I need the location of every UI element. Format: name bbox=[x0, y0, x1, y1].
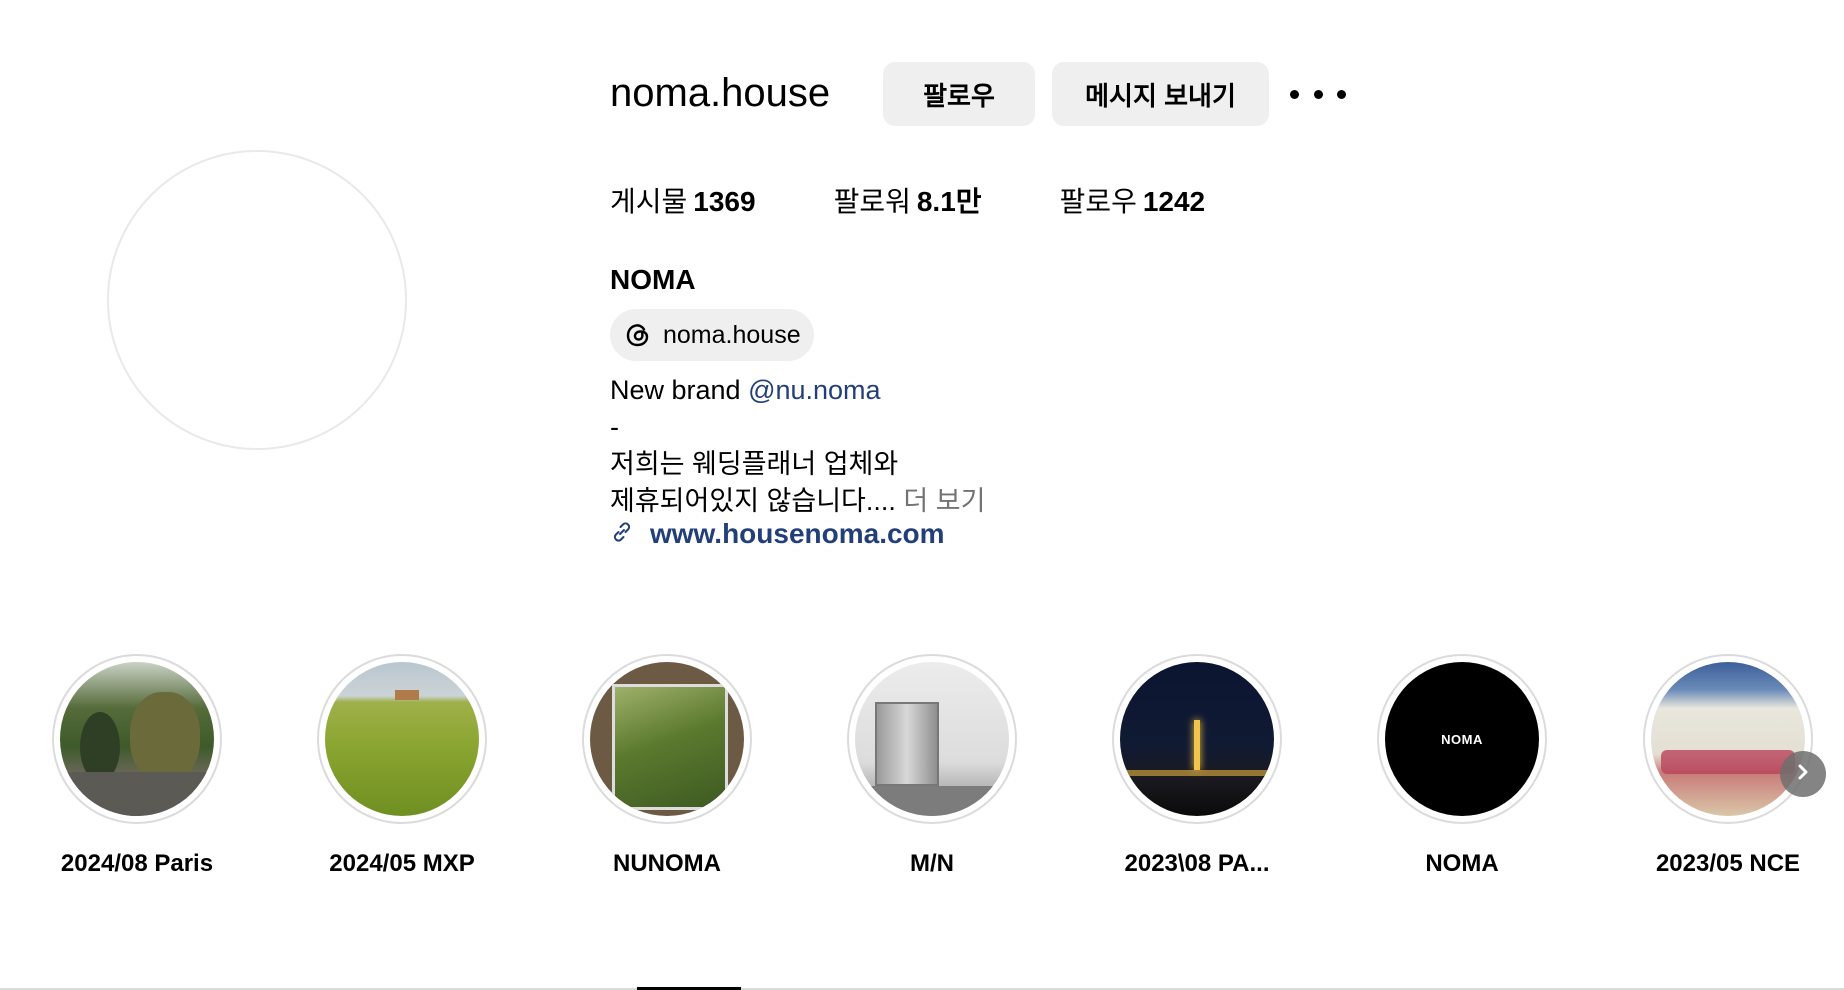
link-icon bbox=[610, 520, 634, 549]
message-button[interactable]: 메시지 보내기 bbox=[1052, 62, 1269, 126]
highlight-image-text: NOMA bbox=[1441, 731, 1483, 747]
highlight-item[interactable]: NUNOMA bbox=[582, 654, 752, 877]
bio-line: - bbox=[610, 412, 619, 442]
bio-line: 저희는 웨딩플래너 업체와 bbox=[610, 449, 899, 479]
follow-button[interactable]: 팔로우 bbox=[883, 62, 1035, 126]
profile-display-name: NOMA bbox=[610, 264, 696, 295]
highlight-label: 2023/05 NCE bbox=[1655, 850, 1801, 877]
bio-more-button[interactable]: 더 보기 bbox=[896, 486, 985, 516]
stat-value: 1369 bbox=[693, 186, 756, 217]
profile-username: noma.house bbox=[610, 71, 831, 115]
more-dot bbox=[1313, 89, 1323, 99]
highlight-item[interactable]: 2024/08 Paris bbox=[52, 654, 222, 877]
highlight-thumbnail bbox=[325, 662, 479, 816]
highlight-label: 2023\08 PA... bbox=[1124, 850, 1270, 877]
highlight-label: NOMA bbox=[1425, 850, 1499, 877]
highlight-ring bbox=[1643, 654, 1813, 824]
website-url: www.housenoma.com bbox=[650, 518, 945, 549]
highlight-thumbnail bbox=[855, 662, 1009, 816]
highlight-item[interactable]: 2024/05 MXP bbox=[317, 654, 487, 877]
stat-label: 팔로워 bbox=[833, 186, 911, 217]
stat-posts: 게시물 1369 bbox=[610, 184, 756, 220]
highlight-thumbnail: NOMA bbox=[1385, 662, 1539, 816]
threads-handle: noma.house bbox=[663, 320, 801, 349]
bio-text: New brand bbox=[610, 375, 749, 405]
stat-label: 게시물 bbox=[610, 186, 688, 217]
stat-value: 8.1만 bbox=[916, 186, 982, 217]
highlight-label: 2024/08 Paris bbox=[60, 850, 214, 877]
more-dot bbox=[1290, 89, 1299, 99]
highlight-thumbnail bbox=[1651, 662, 1805, 816]
stat-label: 팔로우 bbox=[1059, 186, 1137, 217]
bio-mention-link[interactable]: @nu.noma bbox=[748, 375, 880, 405]
bio-text: 제휴되어있지 않습니다.... bbox=[610, 486, 896, 516]
more-options-icon[interactable] bbox=[1290, 80, 1346, 108]
highlights-next-button[interactable] bbox=[1780, 751, 1826, 797]
website-link[interactable]: www.housenoma.com bbox=[610, 518, 945, 550]
highlight-label: NUNOMA bbox=[613, 850, 721, 877]
bio-line: New brand @nu.noma bbox=[610, 372, 985, 409]
highlight-ring bbox=[847, 654, 1017, 824]
profile-avatar[interactable] bbox=[107, 150, 407, 450]
chevron-right-icon bbox=[1793, 762, 1813, 787]
profile-bio: New brand @nu.noma - 저희는 웨딩플래너 업체와 제휴되어있… bbox=[610, 372, 985, 520]
bio-line: 제휴되어있지 않습니다.... 더 보기 bbox=[610, 483, 985, 520]
highlight-item[interactable]: 2023\08 PA... bbox=[1112, 654, 1282, 877]
profile-stats: 게시물 1369 팔로워 8.1만 팔로우 1242 bbox=[610, 184, 1283, 220]
stat-followers[interactable]: 팔로워 8.1만 bbox=[834, 184, 982, 220]
threads-icon bbox=[623, 320, 653, 350]
stat-value: 1242 bbox=[1142, 186, 1206, 217]
highlight-label: 2024/05 MXP bbox=[329, 850, 475, 877]
highlight-label: M/N bbox=[910, 850, 954, 877]
highlight-item[interactable]: NOMA NOMA bbox=[1377, 654, 1547, 877]
highlight-ring bbox=[582, 654, 752, 824]
highlight-thumbnail bbox=[590, 662, 744, 816]
highlight-item[interactable]: 2023/05 NCE bbox=[1643, 654, 1813, 877]
highlight-ring: NOMA bbox=[1377, 654, 1547, 824]
highlight-ring bbox=[317, 654, 487, 824]
highlight-thumbnail bbox=[1120, 662, 1274, 816]
highlight-thumbnail bbox=[60, 662, 214, 816]
threads-badge[interactable]: noma.house bbox=[610, 309, 814, 361]
highlight-ring bbox=[1112, 654, 1282, 824]
highlight-item[interactable]: M/N bbox=[847, 654, 1017, 877]
highlight-ring bbox=[52, 654, 222, 824]
stat-following[interactable]: 팔로우 1242 bbox=[1060, 184, 1206, 220]
more-dot bbox=[1337, 89, 1346, 99]
